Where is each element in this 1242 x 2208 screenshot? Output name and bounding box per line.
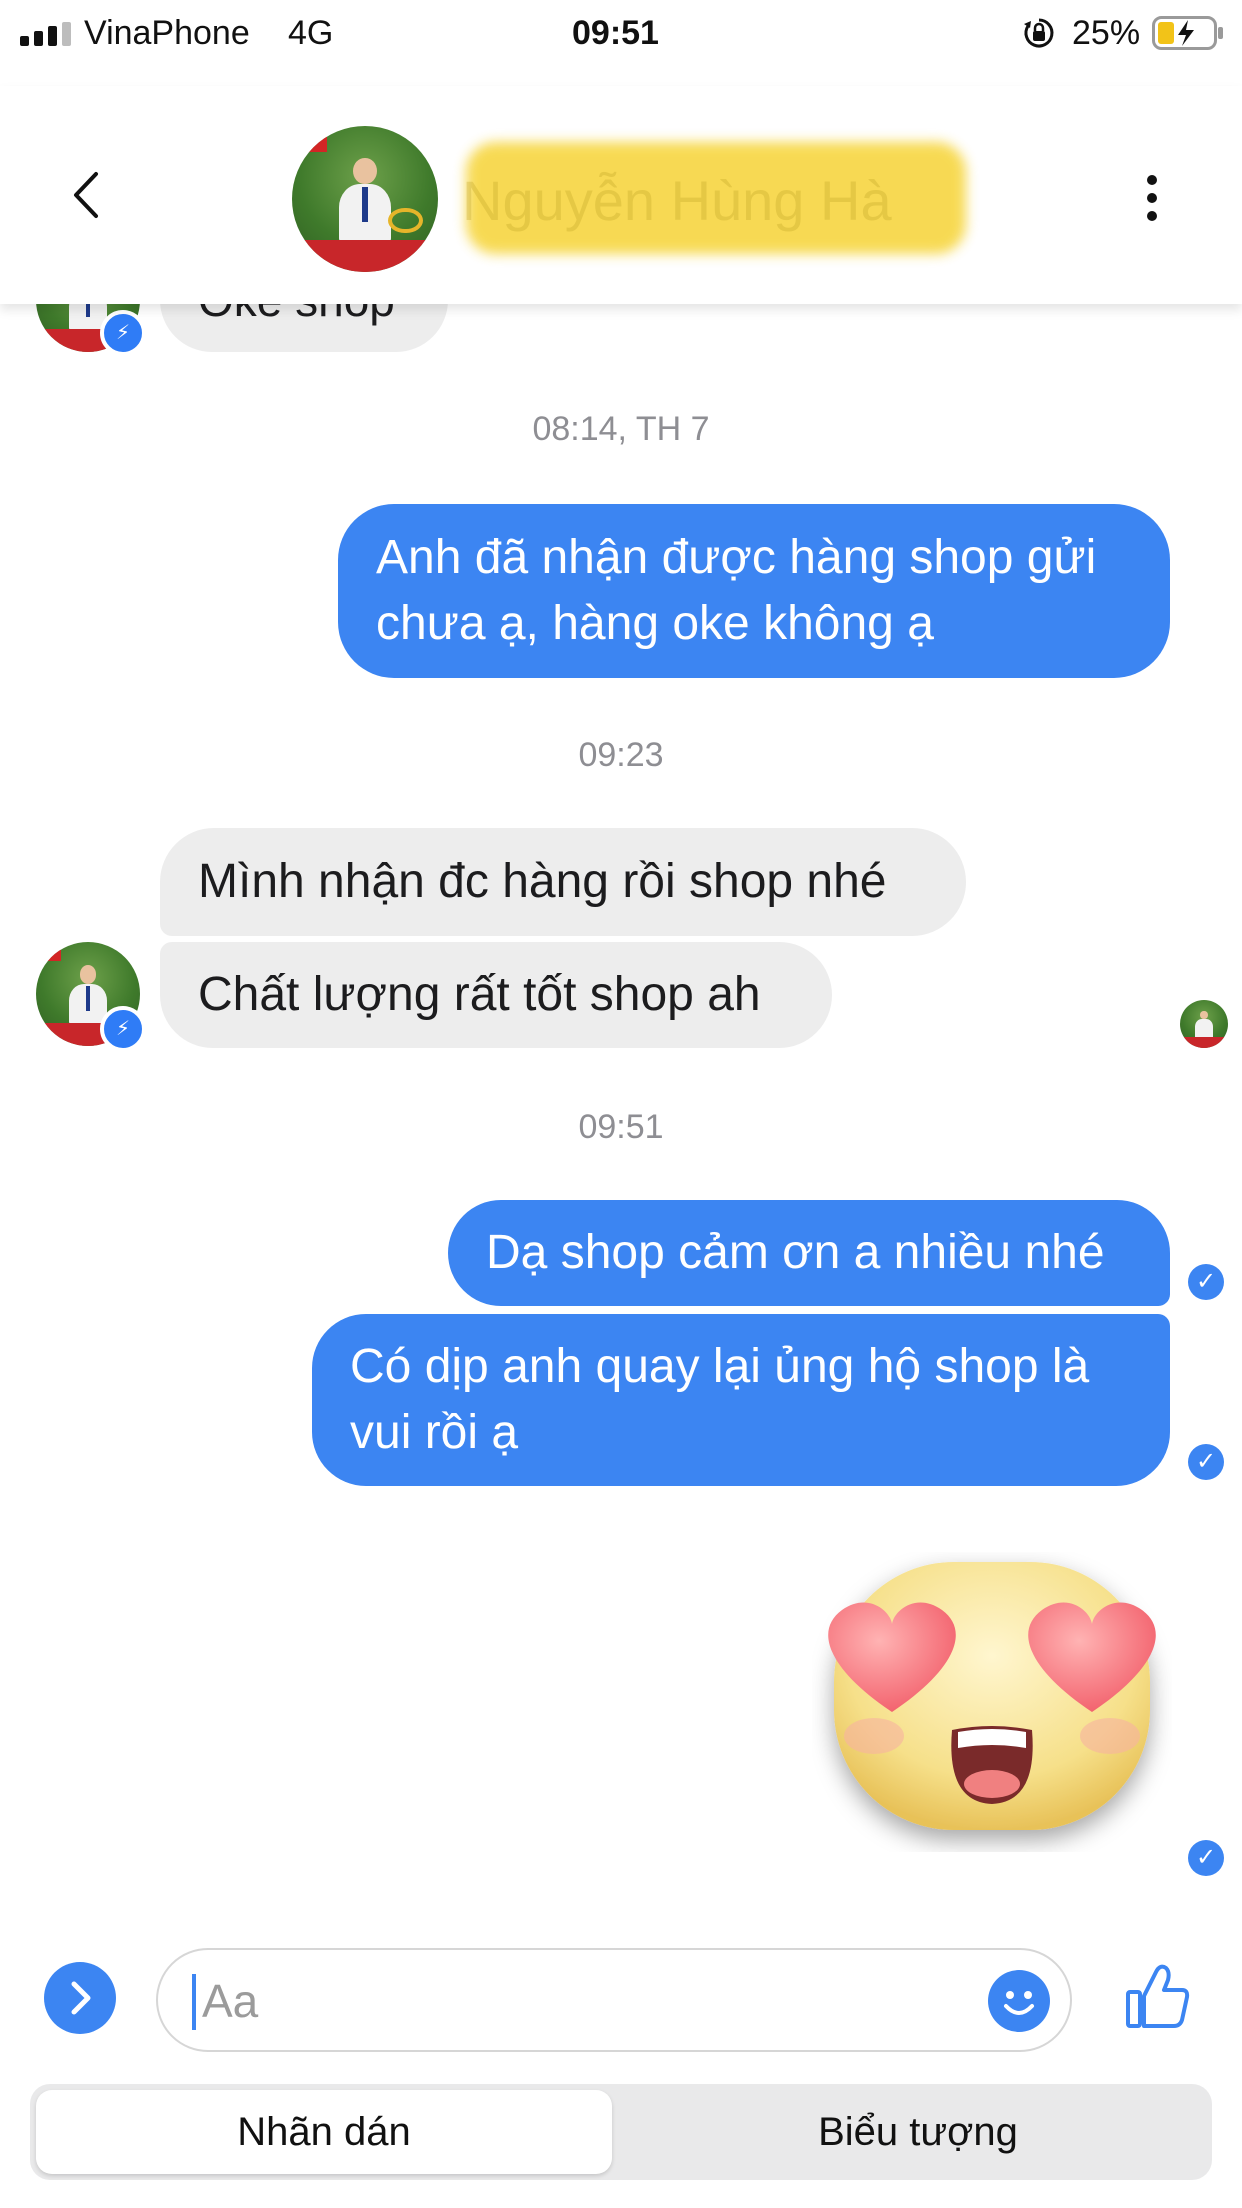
clock: 09:51 (572, 14, 659, 52)
message-text: Chất lượng rất tốt shop ah (198, 968, 761, 1021)
expand-actions-button[interactable] (44, 1962, 116, 2034)
outgoing-message-bubble[interactable]: Có dịp anh quay lại ủng hộ shop là vui r… (312, 1314, 1170, 1486)
incoming-message-bubble[interactable]: Mình nhận đc hàng rồi shop nhé (160, 828, 966, 936)
messenger-badge-icon: ⚡ (100, 310, 146, 356)
chevron-left-icon (74, 172, 98, 218)
heart-eyes-emoji-icon (828, 1562, 1156, 1830)
tab-stickers[interactable]: Nhãn dán (36, 2090, 612, 2174)
text-cursor (192, 1974, 196, 2030)
outgoing-message-bubble[interactable]: Anh đã nhận được hàng shop gửi chưa ạ, h… (338, 504, 1170, 678)
timestamp: 08:14, TH 7 (532, 410, 710, 448)
smiley-icon (1004, 1991, 1034, 2015)
sticker-emoji-tabs: Nhãn dán Biểu tượng (30, 2084, 1212, 2180)
emoji-button[interactable] (988, 1970, 1050, 2032)
orientation-lock-icon (1022, 16, 1056, 50)
seen-avatar (1180, 1000, 1228, 1048)
contact-name[interactable]: Nguyễn Hùng Hà (462, 168, 892, 233)
timestamp: 09:23 (578, 736, 664, 774)
message-text: Mình nhận đc hàng rồi shop nhé (198, 855, 887, 908)
sent-check-icon: ✓ (1188, 1840, 1224, 1876)
contact-avatar[interactable] (292, 126, 438, 272)
battery-icon (1152, 16, 1224, 50)
message-text-line: vui rồi ạ (350, 1406, 519, 1459)
network-type: 4G (288, 14, 334, 52)
tab-label: Biểu tượng (818, 2110, 1018, 2154)
more-options-button[interactable] (1134, 172, 1170, 224)
thumbs-up-icon (1126, 1964, 1190, 2028)
message-text-line: Có dịp anh quay lại ủng hộ shop là (350, 1340, 1090, 1393)
sent-check-icon: ✓ (1188, 1264, 1224, 1300)
message-text-line: chưa ạ, hàng oke không ạ (376, 597, 934, 650)
heart-eyes-sticker[interactable] (812, 1552, 1172, 1852)
tab-label: Nhãn dán (237, 2110, 411, 2154)
message-input-placeholder: Aa (202, 1975, 259, 2027)
incoming-message-bubble[interactable]: Chất lượng rất tốt shop ah (160, 942, 832, 1048)
chat-header: Nguyễn Hùng Hà (0, 86, 1242, 304)
more-vertical-icon (1147, 175, 1157, 221)
carrier-name: VinaPhone (84, 14, 250, 52)
messenger-badge-icon: ⚡ (100, 1006, 146, 1052)
status-bar: VinaPhone 4G 09:51 25% (0, 0, 1242, 66)
sent-check-icon: ✓ (1188, 1444, 1224, 1480)
chevron-right-icon (71, 1981, 91, 2015)
like-button[interactable] (1124, 1960, 1192, 2032)
message-text-line: Anh đã nhận được hàng shop gửi (376, 531, 1097, 584)
battery-percent: 25% (1072, 14, 1141, 52)
message-input[interactable]: Aa (156, 1948, 1072, 2052)
outgoing-message-bubble[interactable]: Dạ shop cảm ơn a nhiều nhé (448, 1200, 1170, 1306)
message-text: Dạ shop cảm ơn a nhiều nhé (486, 1226, 1105, 1279)
back-button[interactable] (60, 168, 112, 222)
tab-emoji[interactable]: Biểu tượng (630, 2090, 1206, 2174)
signal-strength-icon (20, 22, 74, 46)
timestamp: 09:51 (578, 1108, 664, 1146)
